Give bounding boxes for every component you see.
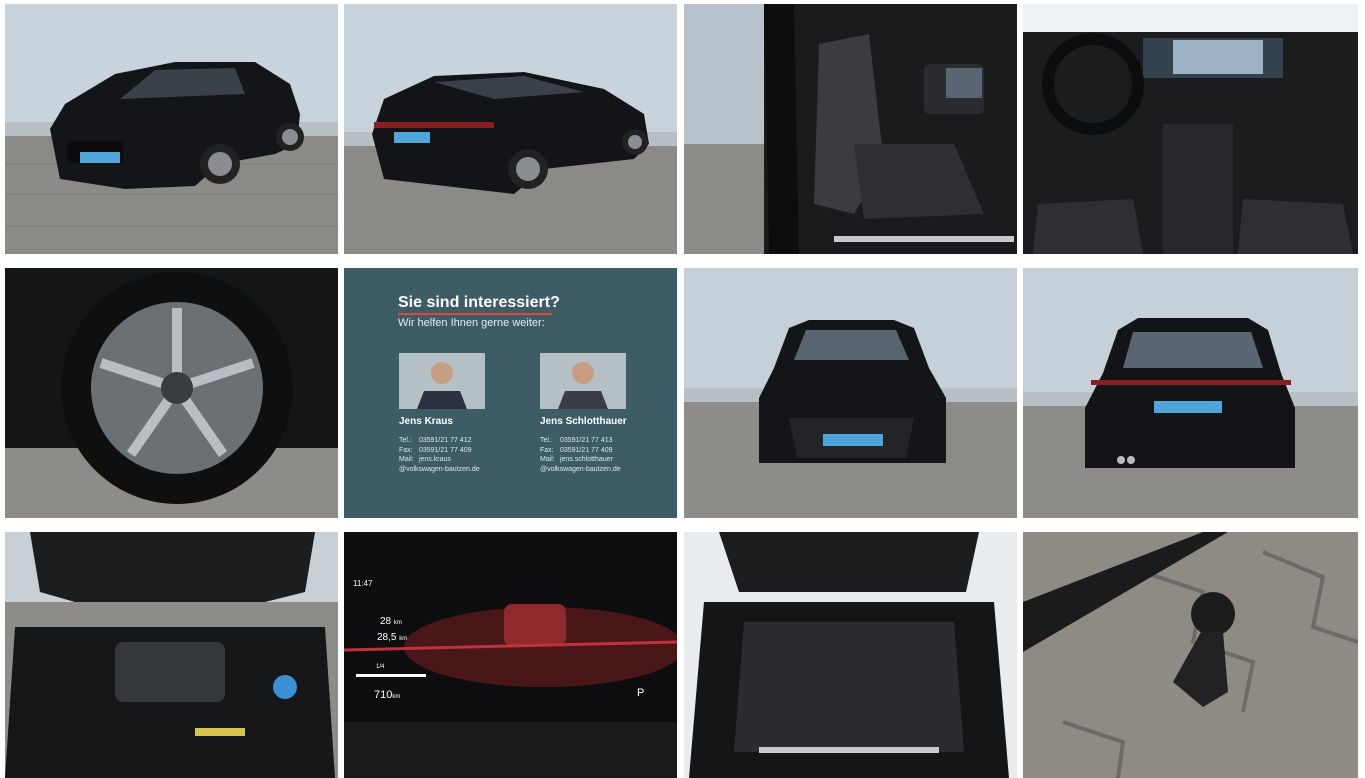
tow-hitch-image xyxy=(1023,532,1358,778)
contact-photo-1 xyxy=(399,353,485,409)
trunk-photo[interactable] xyxy=(684,532,1017,778)
mail-domain-2[interactable]: @volkswagen-bautzen.de xyxy=(540,465,621,475)
fax-2: 03591/21 77 409 xyxy=(559,446,613,454)
tel-1[interactable]: 03591/21 77 412 xyxy=(419,437,472,444)
mail-2[interactable]: jens.schlotthauer xyxy=(560,456,613,463)
wheel-photo[interactable] xyxy=(5,268,338,518)
photo-gallery: Sie sind interessiert? Wir helfen Ihnen … xyxy=(0,0,1365,778)
contact-card: Sie sind interessiert? Wir helfen Ihnen … xyxy=(344,268,677,518)
fax-1: 03591/21 77 409 xyxy=(418,446,472,454)
heading-underline xyxy=(398,313,552,315)
fuel-gauge-label: 1/4 xyxy=(376,664,385,670)
front-view-photo[interactable] xyxy=(684,268,1017,518)
driver-seat-image xyxy=(684,4,1017,254)
contact-details-2: Tel.: 03591/21 77 413 Fax: 03591/21 77 4… xyxy=(540,437,621,475)
front-view-image xyxy=(684,268,1017,518)
driver-seat-photo[interactable] xyxy=(684,4,1017,254)
cockpit-photo[interactable] xyxy=(1023,4,1358,254)
front-three-quarter-photo[interactable] xyxy=(5,4,338,254)
contact-name-2: Jens Schlotthauer xyxy=(540,416,627,427)
cluster-clock: 11:47 xyxy=(353,579,373,588)
wheel-image xyxy=(5,268,338,518)
contact-heading: Sie sind interessiert? xyxy=(398,294,560,311)
contact-photo-2 xyxy=(540,353,626,409)
engine-bay-image xyxy=(5,532,338,778)
gear-indicator: P xyxy=(637,687,645,699)
mail-1[interactable]: jens.kraus xyxy=(419,456,451,463)
instrument-cluster-photo[interactable]: 11:47 28 km 28,5 km 1/4 710km P xyxy=(344,532,677,778)
cluster-trip1: 28 km xyxy=(380,616,402,627)
contact-name-1: Jens Kraus xyxy=(399,416,453,427)
contact-subheading: Wir helfen Ihnen gerne weiter: xyxy=(398,317,545,329)
tel-2[interactable]: 03591/21 77 413 xyxy=(560,437,613,444)
instrument-cluster-image xyxy=(344,532,677,778)
mail-domain-1[interactable]: @volkswagen-bautzen.de xyxy=(399,465,480,475)
rear-view-photo[interactable] xyxy=(1023,268,1358,518)
engine-bay-photo[interactable] xyxy=(5,532,338,778)
front-three-quarter-image xyxy=(5,4,338,254)
trunk-image xyxy=(684,532,1017,778)
contact-details-1: Tel.: 03591/21 77 412 Fax: 03591/21 77 4… xyxy=(399,437,480,475)
rear-three-quarter-image xyxy=(344,4,677,254)
rear-three-quarter-photo[interactable] xyxy=(344,4,677,254)
tow-hitch-photo[interactable] xyxy=(1023,532,1358,778)
cluster-trip2: 28,5 km xyxy=(377,632,408,643)
cockpit-image xyxy=(1023,4,1358,254)
cluster-range: 710km xyxy=(374,689,401,701)
rear-view-image xyxy=(1023,268,1358,518)
